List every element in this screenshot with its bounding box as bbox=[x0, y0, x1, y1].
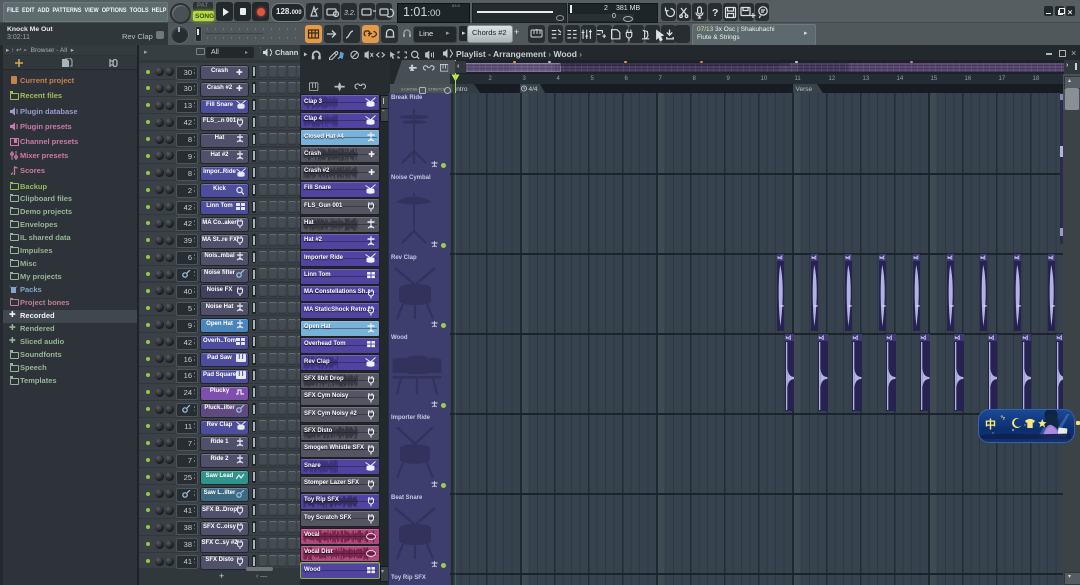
svg-text:?: ? bbox=[712, 7, 718, 19]
svg-text:4/4: 4/4 bbox=[528, 86, 537, 93]
svg-text:3.2.: 3.2. bbox=[344, 10, 356, 17]
svg-text:Verse: Verse bbox=[795, 86, 812, 93]
svg-text:Intro: Intro bbox=[455, 86, 468, 93]
